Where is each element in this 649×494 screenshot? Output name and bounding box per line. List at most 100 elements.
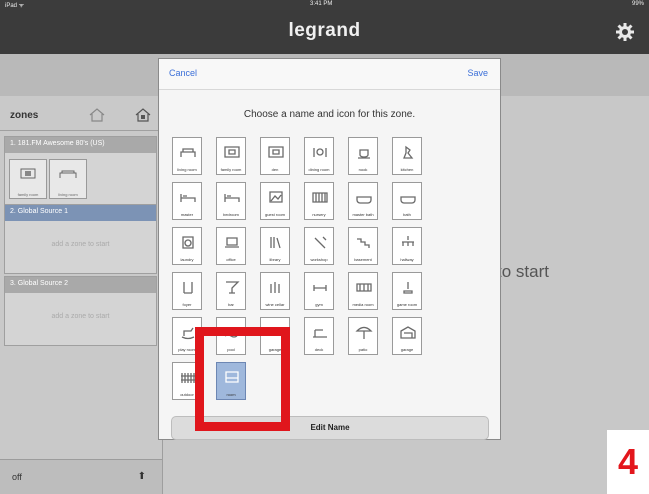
icon-tile-laundry[interactable]: laundry: [172, 227, 202, 265]
icon-tile-family-room[interactable]: family room: [216, 137, 246, 175]
zone-tile-living-room[interactable]: living room: [49, 159, 87, 199]
save-button[interactable]: Save: [467, 68, 488, 78]
background-hint: to start: [497, 262, 549, 281]
icon-tile-label: kitchen: [400, 167, 414, 172]
icon-tile-label: hallway: [400, 257, 414, 262]
sofa-icon: [59, 170, 77, 178]
icon-tile-office[interactable]: office: [216, 227, 246, 265]
bed-icon: [180, 194, 196, 202]
gear-icon[interactable]: [615, 22, 635, 42]
dumbbell-icon: [313, 285, 327, 291]
icon-tile-media-room[interactable]: media room: [348, 272, 378, 310]
source-group-1[interactable]: 1. 181.FM Awesome 80's (US) family room …: [4, 136, 157, 206]
tv-icon: [224, 146, 240, 158]
icon-tile-label: guest room: [264, 212, 285, 217]
icon-tile-basement[interactable]: basement: [348, 227, 378, 265]
zone-tile-family-room[interactable]: family room: [9, 159, 47, 199]
house-icon[interactable]: [88, 106, 106, 124]
source-title: 1. 181.FM Awesome 80's (US): [5, 137, 156, 153]
app-title: legrand: [288, 20, 361, 41]
icon-tile-label: bar: [228, 302, 234, 307]
cancel-button[interactable]: Cancel: [169, 68, 197, 78]
icon-tile-master[interactable]: master: [172, 182, 202, 220]
zones-header: zones: [0, 104, 162, 131]
icon-tile-bath[interactable]: bath: [392, 182, 422, 220]
icon-tile-patio[interactable]: patio: [348, 317, 378, 355]
icon-tile-label: living room: [177, 167, 197, 172]
arrow-up-icon[interactable]: ⬆: [138, 471, 146, 482]
icon-tile-game-room[interactable]: game room: [392, 272, 422, 310]
laptop-icon: [225, 237, 239, 248]
tv-icon: [20, 168, 36, 179]
source-title: 2. Global Source 1: [5, 205, 156, 221]
zone-label: living room: [58, 192, 78, 197]
cup-icon: [358, 149, 370, 159]
power-state[interactable]: off: [12, 472, 22, 482]
clock: 3:41 PM: [310, 1, 333, 7]
icon-tile-label: nook: [358, 167, 368, 172]
icon-tile-bar[interactable]: bar: [216, 272, 246, 310]
icon-tile-gym[interactable]: gym: [304, 272, 334, 310]
icon-tile-label: nursery: [312, 212, 326, 217]
house-add-icon[interactable]: [134, 106, 152, 124]
icon-tile-label: foyer: [182, 302, 192, 307]
icon-tile-label: laundry: [180, 257, 194, 262]
icon-tile-label: game room: [396, 302, 418, 307]
deck-icon: [313, 329, 327, 338]
source-title: 3. Global Source 2: [5, 277, 156, 293]
icon-tile-label: wine cellar: [265, 302, 285, 307]
dining-icon: [313, 148, 327, 157]
icon-tile-guest-room[interactable]: guest room: [260, 182, 290, 220]
icon-tile-dining-room[interactable]: dining room: [304, 137, 334, 175]
sofa-icon: [180, 148, 196, 157]
icon-tile-foyer[interactable]: foyer: [172, 272, 202, 310]
picture-icon: [269, 191, 283, 203]
icon-tile-master-bath[interactable]: master bath: [348, 182, 378, 220]
icon-tile-wine-cellar[interactable]: wine cellar: [260, 272, 290, 310]
icon-tile-label: den: [271, 167, 279, 172]
icon-tile-label: garage: [400, 347, 414, 352]
books-icon: [270, 237, 281, 249]
dialog-prompt: Choose a name and icon for this zone.: [243, 109, 416, 120]
icon-tile-label: deck: [314, 347, 324, 352]
icon-tile-workshop[interactable]: workshop: [304, 227, 334, 265]
battery-text: 99%: [631, 1, 644, 7]
crib-icon: [312, 192, 328, 203]
icon-tile-kitchen[interactable]: kitchen: [392, 137, 422, 175]
joystick-icon: [403, 282, 413, 294]
icon-tile-label: gym: [315, 302, 323, 307]
icon-tile-nook[interactable]: nook: [348, 137, 378, 175]
bottles-icon: [270, 282, 280, 293]
icon-tile-garage[interactable]: garage: [392, 317, 422, 355]
mixer-icon: [403, 145, 414, 159]
icon-tile-deck[interactable]: deck: [304, 317, 334, 355]
icon-tile-nursery[interactable]: nursery: [304, 182, 334, 220]
icon-tile-label: dining room: [308, 167, 330, 172]
zones-panel: zones 1. 181.FM Awesome 80's (US) family…: [0, 96, 163, 494]
empty-hint: add a zone to start: [51, 313, 110, 320]
icon-tile-label: media room: [352, 302, 374, 307]
step-number: 4: [607, 430, 649, 494]
icon-tile-library[interactable]: library: [260, 227, 290, 265]
chandelier-icon: [402, 236, 414, 246]
annotation-highlight-box: [195, 327, 290, 431]
icon-tile-bedroom[interactable]: bedroom: [216, 182, 246, 220]
icon-tile-hallway[interactable]: hallway: [392, 227, 422, 265]
source-group-2[interactable]: 2. Global Source 1 add a zone to start: [4, 204, 157, 274]
tools-icon: [314, 236, 327, 249]
icon-tile-living-room[interactable]: living room: [172, 137, 202, 175]
tub-icon: [356, 196, 372, 204]
washer-icon: [182, 236, 194, 249]
top-navbar: legrand: [0, 10, 649, 54]
garage-icon: [400, 326, 416, 339]
source-group-3[interactable]: 3. Global Source 2 add a zone to start: [4, 276, 157, 346]
icon-tile-label: workshop: [310, 257, 328, 262]
icon-tile-label: master bath: [352, 212, 374, 217]
power-footer: off ⬆: [0, 459, 162, 494]
icon-tile-label: family room: [220, 167, 242, 172]
icon-tile-den[interactable]: den: [260, 137, 290, 175]
empty-hint: add a zone to start: [51, 241, 110, 248]
zone-label: family room: [17, 192, 39, 197]
icon-tile-label: bedroom: [223, 212, 239, 217]
stairs-icon: [357, 238, 370, 248]
